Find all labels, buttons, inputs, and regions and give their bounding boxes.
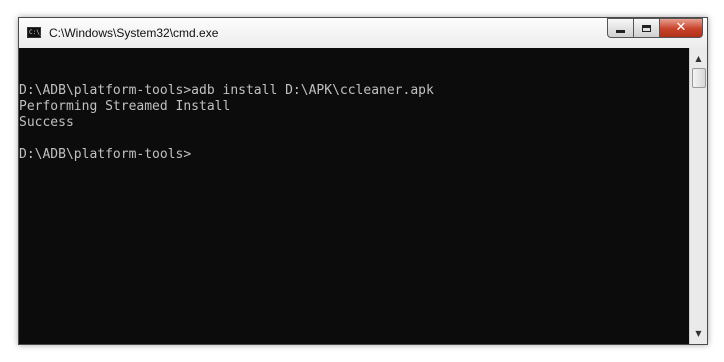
- vertical-scrollbar[interactable]: ▲ ▼: [689, 48, 707, 344]
- scroll-thumb[interactable]: [692, 68, 706, 88]
- cmd-console-icon[interactable]: C:\_: [27, 27, 44, 38]
- window-title: C:\Windows\System32\cmd.exe: [49, 26, 219, 40]
- maximize-icon: [642, 24, 651, 32]
- cmd-window: C:\_ C:\Windows\System32\cmd.exe ✕ D:\AD…: [18, 17, 708, 345]
- console-output[interactable]: D:\ADB\platform-tools>adb install D:\APK…: [19, 48, 689, 344]
- scroll-down-icon[interactable]: ▼: [690, 325, 707, 342]
- console-line: Success: [19, 115, 74, 130]
- minimize-button[interactable]: [607, 18, 633, 38]
- scroll-up-icon[interactable]: ▲: [690, 50, 707, 67]
- caption-buttons: ✕: [607, 18, 703, 38]
- title-bar[interactable]: C:\_ C:\Windows\System32\cmd.exe ✕: [19, 18, 707, 48]
- cmd-console-icon-text: C:\_: [29, 29, 44, 36]
- console-line: D:\ADB\platform-tools>adb install D:\APK…: [19, 83, 434, 98]
- console-text: D:\ADB\platform-tools>adb install D:\APK…: [19, 48, 689, 163]
- close-button[interactable]: ✕: [659, 18, 703, 38]
- console-line: D:\ADB\platform-tools>: [19, 147, 192, 162]
- maximize-button[interactable]: [633, 18, 659, 38]
- console-line: Performing Streamed Install: [19, 99, 231, 114]
- minimize-icon: [616, 29, 625, 33]
- close-icon: ✕: [675, 20, 687, 35]
